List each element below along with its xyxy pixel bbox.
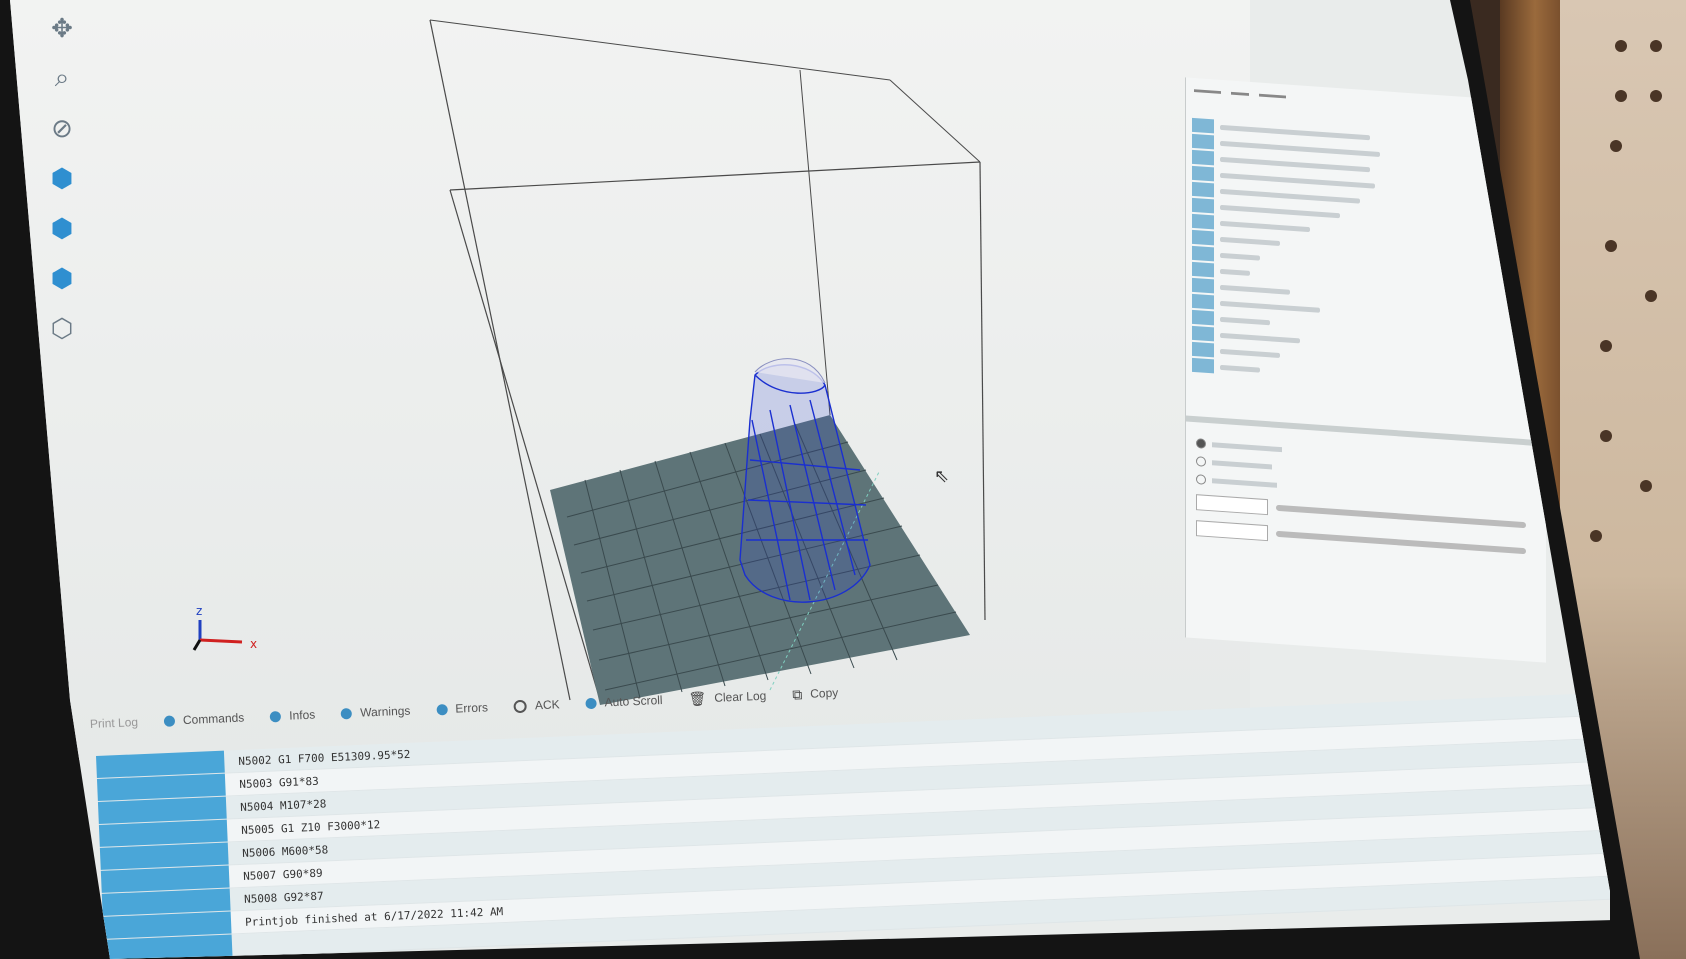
toggle-icon [270,710,282,722]
radio-icon[interactable] [1196,456,1206,467]
filter-label: Commands [182,710,245,728]
slider-track[interactable] [1276,504,1526,529]
clear-log-button[interactable]: 🗑 Clear Log [688,687,766,707]
log-message: N5005 G1 Z10 F3000*12 [240,817,381,837]
peg-hole [1615,90,1627,102]
panel-tab[interactable]: ▬▬ [1231,87,1249,98]
peg-hole [1610,140,1622,152]
filter-label: Errors [455,700,489,716]
3d-viewport[interactable]: x z ✥ ⌕ ⊘ ⬢ ⬢ ⬢ ⬡ ⇖ [10,0,1250,760]
filter-ack[interactable]: ACK [513,697,560,713]
panel-tab[interactable]: ▬▬▬ [1194,84,1221,96]
filter-label: Auto Scroll [604,693,663,710]
peg-hole [1640,480,1652,492]
panel-tab[interactable]: ▬▬▬ [1259,89,1286,101]
peg-hole [1650,40,1662,52]
move-icon[interactable]: ✥ [42,10,82,46]
mouse-cursor-icon: ⇖ [934,466,950,486]
filter-label: ACK [534,697,560,713]
radio-icon[interactable] [1196,438,1206,449]
cube-side-icon[interactable]: ⬢ [42,210,82,246]
peg-hole [1615,40,1627,52]
auto-scroll-toggle[interactable]: Auto Scroll [585,693,663,710]
filter-label: Infos [288,707,316,723]
peg-hole [1600,340,1612,352]
toggle-icon [163,714,176,727]
radio-icon[interactable] [1196,474,1206,485]
peg-hole [1645,290,1657,302]
log-message: N5002 G1 F700 E51309.95*52 [238,747,411,768]
panel-controls [1196,430,1526,569]
peg-hole [1590,530,1602,542]
toggle-icon [340,707,353,719]
rotate-icon[interactable]: ⊘ [42,110,82,146]
cube-top-icon[interactable]: ⬢ [42,260,82,296]
peg-hole [1650,90,1662,102]
log-time [103,934,233,959]
copy-label: Copy [809,685,839,701]
filter-warnings[interactable]: Warnings [340,703,411,721]
log-message: N5003 G91*83 [239,774,319,791]
filter-errors[interactable]: Errors [436,700,488,716]
clear-log-label: Clear Log [713,688,767,705]
value-field[interactable] [1196,520,1268,542]
filter-label: Warnings [359,703,411,720]
value-field[interactable] [1196,494,1268,516]
cube-wire-icon[interactable]: ⬡ [42,310,82,346]
log-message [232,945,246,946]
log-title: Print Log [89,714,139,731]
copy-button[interactable]: ⧉ Copy [792,684,839,703]
view-toolbar: ✥ ⌕ ⊘ ⬢ ⬢ ⬢ ⬡ [32,10,92,380]
log-message: N5004 M107*28 [239,796,327,814]
cube-front-icon[interactable]: ⬢ [42,160,82,196]
toggle-icon [513,699,528,713]
build-volume [192,19,986,705]
toggle-icon [436,703,448,715]
peg-hole [1605,240,1617,252]
peg-hole [1600,430,1612,442]
copy-icon: ⧉ [791,685,803,703]
filter-infos[interactable]: Infos [270,708,316,724]
axis-indicator [192,620,243,651]
log-message: N5006 M600*58 [241,842,329,860]
log-message: N5008 G92*87 [243,889,324,906]
object-list [1192,117,1522,441]
monitor-screen: x z ✥ ⌕ ⊘ ⬢ ⬢ ⬢ ⬡ ⇖ ▬▬▬ ▬▬ ▬▬▬ Print Log… [10,0,1610,959]
zoom-icon[interactable]: ⌕ [42,60,82,96]
slider-track[interactable] [1276,530,1526,555]
panel-tabs: ▬▬▬ ▬▬ ▬▬▬ [1186,77,1546,124]
trash-icon: 🗑 [688,689,707,707]
toggle-icon [585,697,597,709]
filter-commands[interactable]: Commands [163,710,245,728]
log-message: N5007 G90*89 [242,866,323,883]
